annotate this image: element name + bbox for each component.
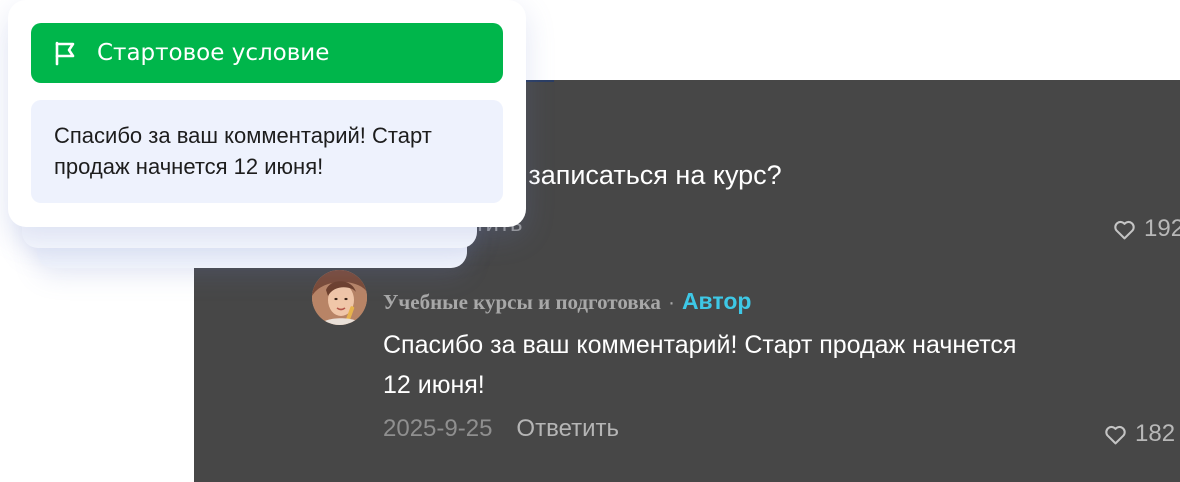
like-count: 182 [1135,420,1176,447]
heart-icon [1112,217,1137,242]
start-condition-label: Стартовое условие [97,40,330,66]
like-button[interactable]: 192 [1112,215,1180,243]
like-count: 192 [1144,215,1180,242]
reply-message-box: Спасибо за ваш комментарий! Старт продаж… [31,100,503,203]
flag-icon [51,39,79,67]
comment-text: ак записаться на курс? [494,160,782,190]
author-badge: Автор [681,288,752,314]
comment-date: 2025-9-25 [383,415,493,442]
like-button[interactable]: 182 [1103,420,1175,448]
comment-header: Учебные курсы и подготовка · Автор [383,288,751,315]
avatar[interactable] [312,270,367,325]
stage: ак записаться на курс? етить 192 [0,0,1180,482]
comment-meta: 2025-9-25 Ответить [383,415,619,443]
comment-text: Спасибо за ваш комментарий! Старт продаж… [383,331,1017,399]
heart-icon [1103,422,1128,447]
author-name[interactable]: Учебные курсы и подготовка [383,290,661,315]
start-condition-button[interactable]: Стартовое условие [31,23,503,83]
reply-button[interactable]: Ответить [516,415,619,443]
separator-dot: · [667,291,675,314]
trigger-card: Стартовое условие Спасибо за ваш коммент… [8,0,526,227]
